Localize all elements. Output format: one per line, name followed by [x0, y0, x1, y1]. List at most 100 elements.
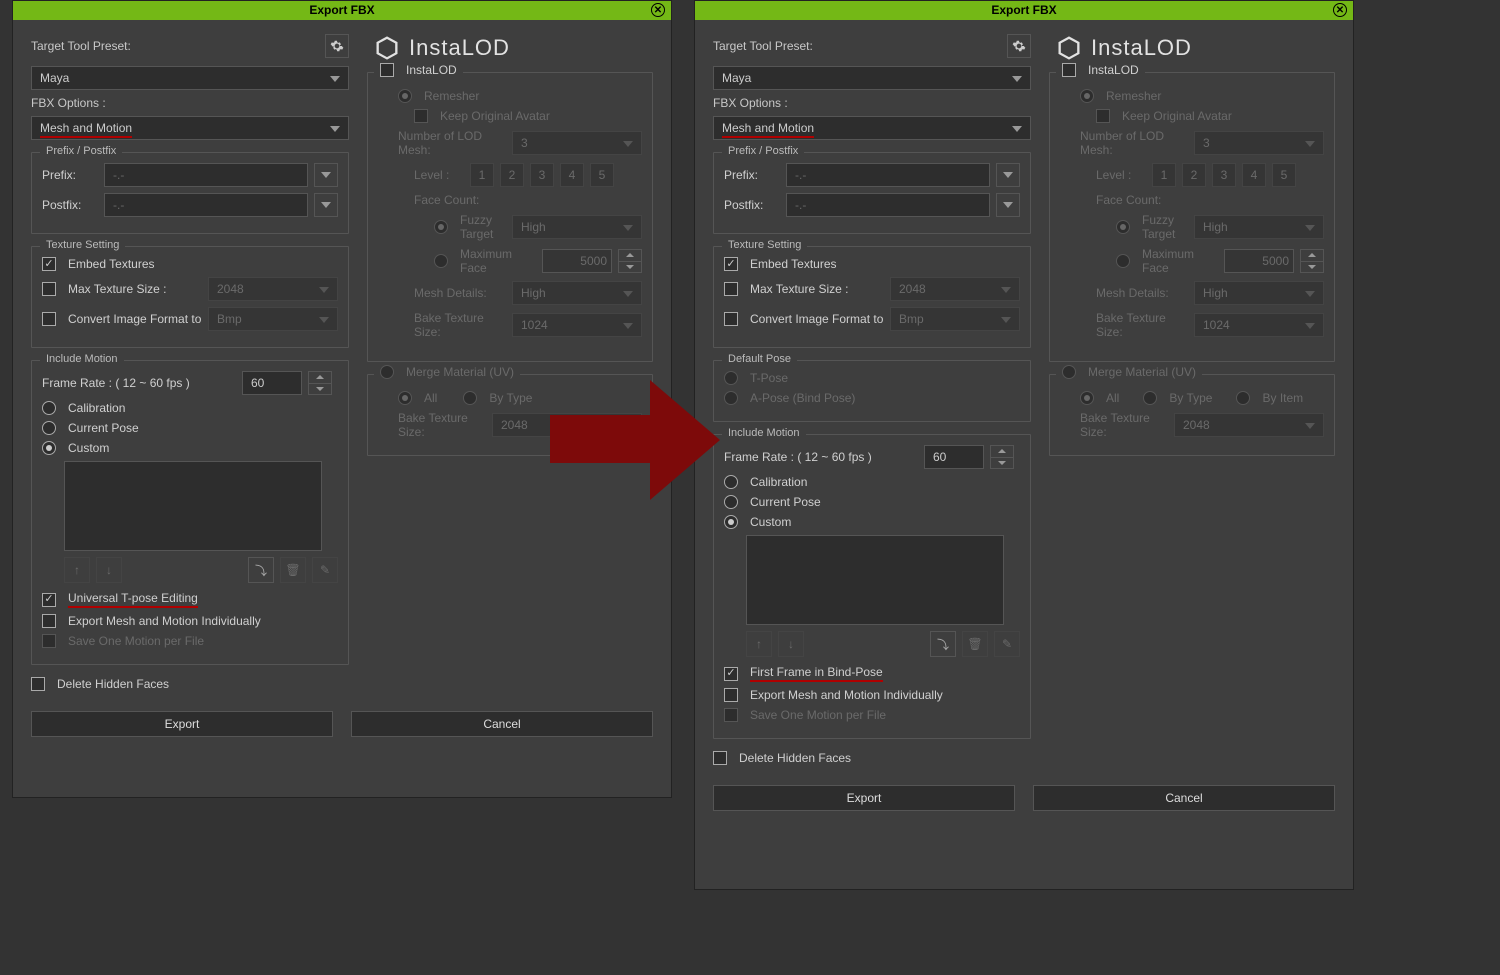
level-3: 3 [1212, 163, 1236, 187]
delete-icon: 🗑 [280, 557, 306, 583]
bake-tex-select: 1024 [1194, 313, 1324, 337]
export-dialog-before: Export FBX ✕ Target Tool Preset: Maya FB… [12, 0, 672, 798]
brand-name: InstaLOD [1091, 35, 1192, 60]
merge-all-radio [1080, 391, 1094, 405]
maxface-label: Maximum Face [460, 247, 536, 275]
prefix-drop-button[interactable] [314, 163, 338, 187]
frame-rate-label: Frame Rate : ( 12 ~ 60 fps ) [42, 376, 236, 390]
embed-textures-checkbox[interactable] [42, 257, 56, 271]
merge-all-label: All [424, 391, 437, 405]
embed-textures-label: Embed Textures [68, 257, 338, 271]
remesher-label: Remesher [424, 89, 479, 103]
fbx-options-label: FBX Options : [31, 96, 349, 110]
export-individually-checkbox[interactable] [42, 614, 56, 628]
current-pose-label: Current Pose [68, 421, 139, 435]
close-icon[interactable]: ✕ [1333, 3, 1347, 17]
cancel-button[interactable]: Cancel [1033, 785, 1335, 811]
maxface-spin [1300, 249, 1324, 273]
merge-radio [380, 365, 394, 379]
first-frame-checkbox[interactable] [724, 667, 738, 681]
level-1: 1 [470, 163, 494, 187]
custom-radio[interactable] [724, 515, 738, 529]
face-count-label: Face Count: [1096, 193, 1161, 207]
mesh-details-label: Mesh Details: [414, 286, 506, 300]
add-folder-icon[interactable]: ⤵ [930, 631, 956, 657]
embed-textures-checkbox[interactable] [724, 257, 738, 271]
calibration-radio[interactable] [724, 475, 738, 489]
bake-tex-select: 1024 [512, 313, 642, 337]
postfix-drop-button[interactable] [996, 193, 1020, 217]
num-lod-label: Number of LOD Mesh: [1080, 129, 1188, 157]
frame-rate-label: Frame Rate : ( 12 ~ 60 fps ) [724, 450, 918, 464]
target-preset-select[interactable]: Maya [31, 66, 349, 90]
remesher-label: Remesher [1106, 89, 1161, 103]
window-title: Export FBX [991, 3, 1056, 17]
max-texture-label: Max Texture Size : [750, 282, 884, 296]
postfix-drop-button[interactable] [314, 193, 338, 217]
export-individually-checkbox[interactable] [724, 688, 738, 702]
fuzzy-radio [1116, 220, 1130, 234]
convert-format-label: Convert Image Format to [68, 312, 202, 326]
prefix-drop-button[interactable] [996, 163, 1020, 187]
prefix-postfix-legend: Prefix / Postfix [40, 145, 122, 157]
postfix-input[interactable]: -.- [104, 193, 308, 217]
delete-hidden-checkbox[interactable] [31, 677, 45, 691]
gear-icon[interactable] [325, 34, 349, 58]
prefix-input[interactable]: -.- [104, 163, 308, 187]
cancel-button[interactable]: Cancel [351, 711, 653, 737]
convert-format-checkbox[interactable] [724, 312, 738, 326]
frame-rate-spinner[interactable] [308, 371, 332, 395]
max-texture-checkbox[interactable] [42, 282, 56, 296]
brand-logo: InstaLOD [373, 34, 653, 62]
utpose-checkbox[interactable] [42, 593, 56, 607]
first-frame-label: First Frame in Bind-Pose [750, 665, 883, 682]
merge-bake-select: 2048 [1174, 413, 1324, 437]
merge-label: Merge Material (UV) [406, 365, 514, 379]
mesh-details-select: High [512, 281, 642, 305]
calibration-label: Calibration [750, 475, 807, 489]
frame-rate-input[interactable]: 60 [242, 371, 302, 395]
instalod-checkbox[interactable] [1062, 63, 1076, 77]
delete-hidden-checkbox[interactable] [713, 751, 727, 765]
convert-format-checkbox[interactable] [42, 312, 56, 326]
calibration-radio[interactable] [42, 401, 56, 415]
export-button[interactable]: Export [713, 785, 1015, 811]
utpose-label: Universal T-pose Editing [68, 591, 198, 608]
level-1: 1 [1152, 163, 1176, 187]
prefix-label: Prefix: [42, 168, 98, 182]
embed-textures-label: Embed Textures [750, 257, 1020, 271]
instalod-checkbox[interactable] [380, 63, 394, 77]
frame-rate-spinner[interactable] [990, 445, 1014, 469]
prefix-input[interactable]: -.- [786, 163, 990, 187]
mesh-details-select: High [1194, 281, 1324, 305]
export-button[interactable]: Export [31, 711, 333, 737]
current-pose-radio[interactable] [42, 421, 56, 435]
merge-all-label: All [1106, 391, 1119, 405]
bake-tex-label: Bake Texture Size: [1096, 311, 1188, 339]
maxface-input: 5000 [542, 249, 612, 273]
max-texture-checkbox[interactable] [724, 282, 738, 296]
frame-rate-input[interactable]: 60 [924, 445, 984, 469]
move-down-icon: ↓ [96, 557, 122, 583]
level-label: Level : [414, 168, 464, 182]
custom-radio[interactable] [42, 441, 56, 455]
target-preset-select[interactable]: Maya [713, 66, 1031, 90]
level-3: 3 [530, 163, 554, 187]
fuzzy-radio [434, 220, 448, 234]
custom-list[interactable] [746, 535, 1004, 625]
fbx-options-select[interactable]: Mesh and Motion [713, 116, 1031, 140]
fbx-options-value: Mesh and Motion [722, 121, 814, 138]
gear-icon[interactable] [1007, 34, 1031, 58]
tpose-radio [724, 371, 738, 385]
face-count-label: Face Count: [414, 193, 479, 207]
num-lod-select: 3 [1194, 131, 1324, 155]
fbx-options-select[interactable]: Mesh and Motion [31, 116, 349, 140]
merge-bake-select: 2048 [492, 413, 642, 437]
custom-label: Custom [68, 441, 109, 455]
level-buttons: 1 2 3 4 5 [470, 163, 614, 187]
custom-list[interactable] [64, 461, 322, 551]
postfix-input[interactable]: -.- [786, 193, 990, 217]
add-folder-icon[interactable]: ⤵ [248, 557, 274, 583]
close-icon[interactable]: ✕ [651, 3, 665, 17]
current-pose-radio[interactable] [724, 495, 738, 509]
